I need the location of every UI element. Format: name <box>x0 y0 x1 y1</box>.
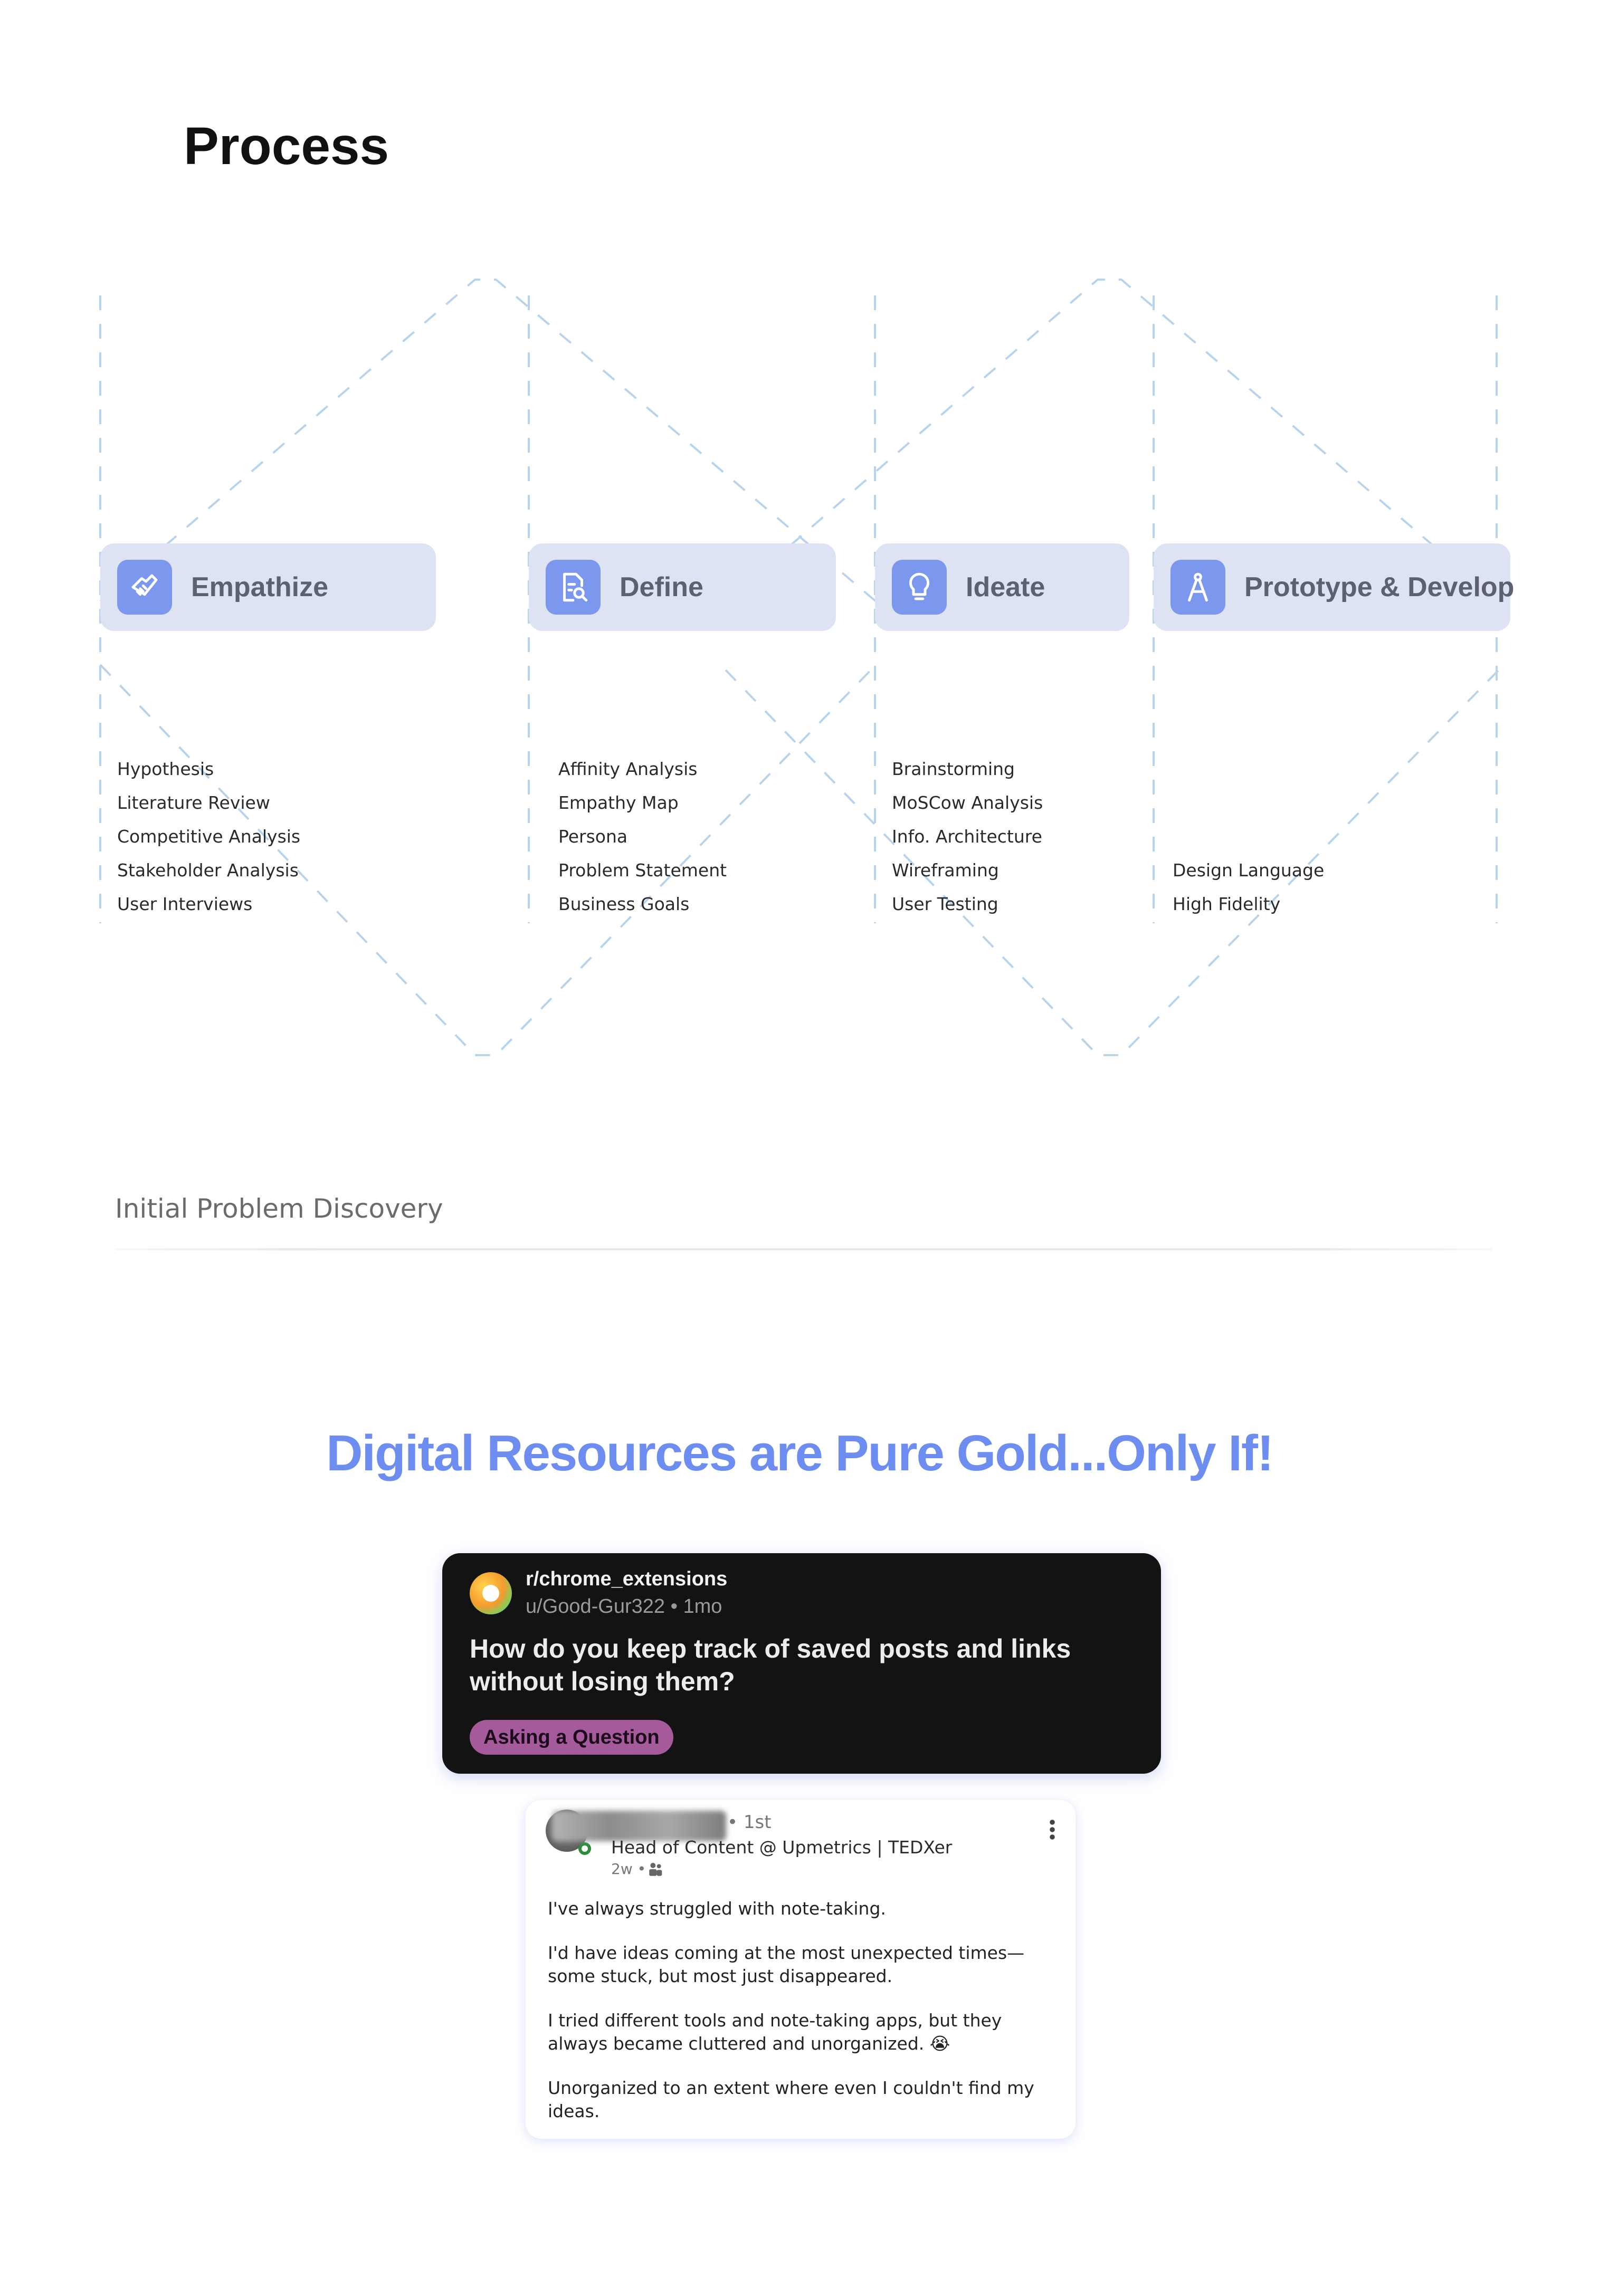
post-paragraph: I'd have ideas coming at the most unexpe… <box>548 1943 1025 1986</box>
list-item: Literature Review <box>117 792 270 813</box>
connection-degree: • 1st <box>727 1812 772 1833</box>
post-meta: u/Good-Gur322 • 1mo <box>526 1595 722 1618</box>
reddit-post-card[interactable]: r/chrome_extensions u/Good-Gur322 • 1mo … <box>442 1553 1161 1774</box>
phase-card-prototype[interactable]: Prototype & Develop <box>1154 543 1514 631</box>
post-body: I've always struggled with note-taking. … <box>548 1897 1065 2144</box>
list-item: Competitive Analysis <box>117 826 301 847</box>
online-status-icon <box>578 1842 591 1855</box>
list-item: Persona <box>558 826 628 847</box>
list-item: Problem Statement <box>558 860 727 881</box>
empathize-methods-list: Hypothesis Literature Review Competitive… <box>117 752 300 921</box>
phase-label: Prototype & Develop <box>1244 572 1515 602</box>
post-title[interactable]: How do you keep track of saved posts and… <box>470 1632 1129 1698</box>
post-paragraph: I've always struggled with note-taking. <box>548 1898 886 1919</box>
list-item: Design Language <box>1173 860 1325 881</box>
phase-card-empathize[interactable]: Empathize <box>100 543 436 631</box>
post-flair[interactable]: Asking a Question <box>470 1720 673 1755</box>
subreddit-avatar-icon <box>470 1572 512 1614</box>
phase-label: Define <box>620 572 703 602</box>
phase-card-define[interactable]: Define <box>529 543 836 631</box>
list-item: Brainstorming <box>892 759 1015 779</box>
prototype-methods-list: Design Language High Fidelity <box>1173 854 1324 921</box>
handshake-icon <box>117 560 172 615</box>
list-item: MoSCow Analysis <box>892 792 1043 813</box>
define-methods-list: Affinity Analysis Empathy Map Persona Pr… <box>558 752 727 921</box>
section-heading: Initial Problem Discovery <box>115 1193 443 1224</box>
more-options-icon[interactable] <box>1049 1819 1055 1843</box>
author-headline: Head of Content @ Upmetrics | TEDXer <box>611 1837 953 1858</box>
list-item: Affinity Analysis <box>558 759 698 779</box>
list-item: Stakeholder Analysis <box>117 860 299 881</box>
post-time: 2w • <box>611 1860 646 1878</box>
subreddit-name[interactable]: r/chrome_extensions <box>526 1568 727 1591</box>
list-item: Info. Architecture <box>892 826 1042 847</box>
post-paragraph: I tried different tools and note-taking … <box>548 2010 1002 2054</box>
post-paragraph: Unorganized to an extent where even I co… <box>548 2078 1034 2121</box>
page-title: Process <box>184 117 389 176</box>
ideate-methods-list: Brainstorming MoSCow Analysis Info. Arch… <box>892 752 1043 921</box>
compass-icon <box>1170 560 1225 615</box>
list-item: Business Goals <box>558 894 690 914</box>
document-search-icon <box>546 560 601 615</box>
list-item: User Testing <box>892 894 998 914</box>
phase-label: Empathize <box>191 572 329 602</box>
phase-label: Ideate <box>966 572 1045 602</box>
list-item: User Interviews <box>117 894 253 914</box>
headline: Digital Resources are Pure Gold...Only I… <box>326 1425 1274 1481</box>
linkedin-post-card[interactable]: • 1st Head of Content @ Upmetrics | TEDX… <box>526 1800 1075 2139</box>
list-item: High Fidelity <box>1173 894 1281 914</box>
list-item: Wireframing <box>892 860 999 881</box>
phase-card-ideate[interactable]: Ideate <box>875 543 1129 631</box>
list-item: Hypothesis <box>117 759 214 779</box>
section-divider <box>115 1248 1492 1250</box>
list-item: Empathy Map <box>558 792 679 813</box>
people-icon <box>647 1861 665 1880</box>
lightbulb-icon <box>892 560 947 615</box>
